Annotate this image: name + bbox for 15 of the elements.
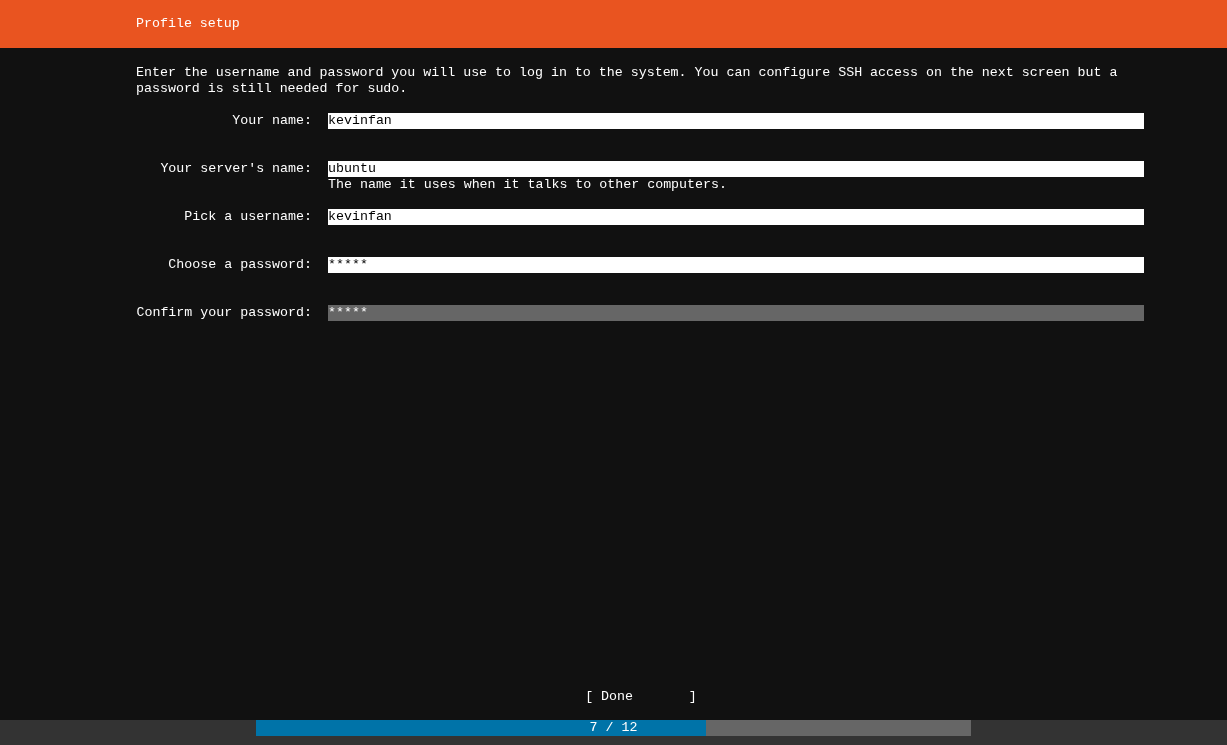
intro-text: Enter the username and password you will use to log in to the system. You can configure SSH access on the next screen but a password is still needed for sudo. — [136, 65, 1119, 97]
input-field[interactable]: kevinfan — [328, 113, 1144, 129]
field-label: Confirm your password: — [136, 305, 312, 322]
input-field[interactable]: ubuntu — [328, 161, 1144, 177]
done-button[interactable]: [ Done ] — [585, 689, 697, 705]
field-label: Your name: — [231, 113, 312, 130]
field-label: Your server's name: — [159, 161, 312, 178]
input-field[interactable]: ***** — [328, 257, 1144, 273]
field-caption: The name it uses when it talks to other computers. — [328, 177, 728, 193]
field-label: Pick a username: — [183, 209, 312, 226]
header-title: Profile setup — [136, 16, 240, 32]
input-field[interactable]: ***** — [328, 305, 1144, 321]
progress-text: 7 / 12 — [588, 720, 639, 736]
field-label: Choose a password: — [167, 257, 312, 274]
input-field[interactable]: kevinfan — [328, 209, 1144, 225]
